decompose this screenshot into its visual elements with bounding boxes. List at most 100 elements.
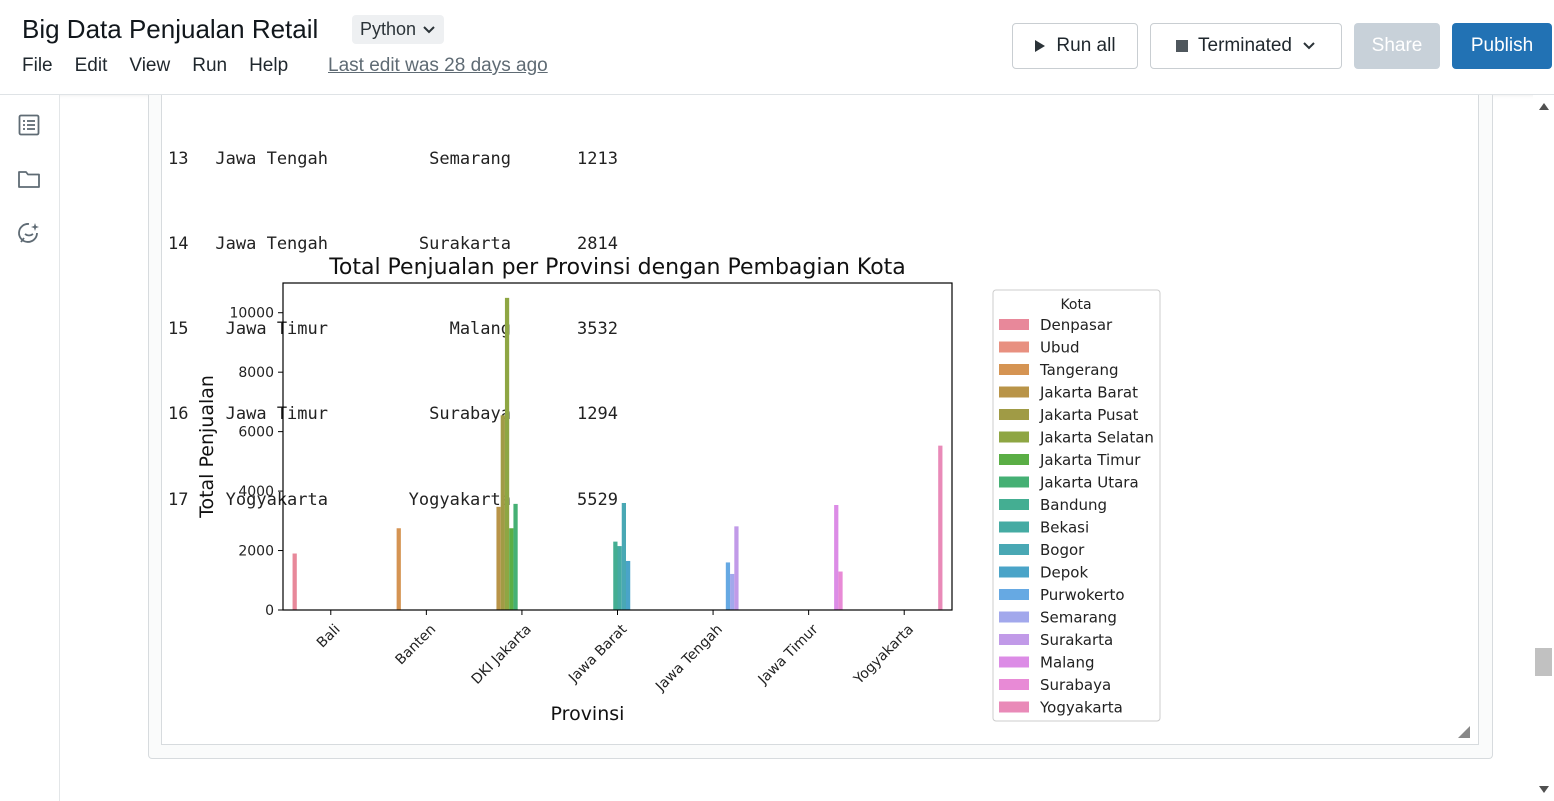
legend-swatch <box>999 544 1029 555</box>
legend-label: Surabaya <box>1040 676 1111 694</box>
legend-label: Denpasar <box>1040 316 1113 334</box>
menu-bar: File Edit View Run Help <box>22 55 310 77</box>
y-tick-label: 10000 <box>229 306 274 322</box>
x-axis-label: Provinsi <box>551 703 625 725</box>
play-icon <box>1035 40 1046 52</box>
language-label: Python <box>360 19 417 39</box>
legend-swatch <box>999 656 1029 668</box>
bar <box>504 297 510 610</box>
bar <box>613 541 618 610</box>
notebook-title[interactable]: Big Data Penjualan Retail <box>22 14 318 45</box>
last-edit-link[interactable]: Last edit was 28 days ago <box>328 55 548 77</box>
legend-swatch <box>999 701 1029 713</box>
bar <box>396 528 401 610</box>
bar <box>509 528 514 610</box>
run-all-button[interactable]: Run all <box>1012 23 1138 69</box>
legend-label: Yogyakarta <box>1039 699 1123 717</box>
share-button[interactable]: Share <box>1354 23 1440 69</box>
legend-swatch <box>999 386 1029 398</box>
folder-icon[interactable] <box>17 167 41 191</box>
legend-swatch <box>999 521 1029 533</box>
bar <box>938 445 943 610</box>
legend-label: Jakarta Pusat <box>1039 406 1139 424</box>
compute-status-label: Terminated <box>1198 35 1292 56</box>
run-all-label: Run all <box>1056 35 1116 56</box>
bar <box>838 571 843 610</box>
legend-title: Kota <box>1060 297 1091 313</box>
row-index: 13 <box>168 148 189 169</box>
notebook-header: Big Data Penjualan Retail Python File Ed… <box>0 0 1554 95</box>
bar <box>496 506 501 610</box>
publish-button[interactable]: Publish <box>1452 23 1552 69</box>
assistant-icon[interactable] <box>17 221 41 245</box>
legend-swatch <box>999 364 1029 375</box>
table-of-contents-icon[interactable] <box>17 113 41 137</box>
y-tick-label: 8000 <box>238 365 274 381</box>
legend-swatch <box>999 476 1029 488</box>
menu-help[interactable]: Help <box>249 55 288 77</box>
legend-swatch <box>999 566 1029 578</box>
legend-swatch <box>999 341 1029 353</box>
legend-label: Surakarta <box>1040 631 1113 649</box>
legend-label: Jakarta Utara <box>1039 474 1139 492</box>
cell-kota: Semarang <box>429 148 511 169</box>
legend-swatch <box>999 611 1029 623</box>
x-tick-label: DKI Jakarta <box>469 622 535 688</box>
legend-label: Semarang <box>1040 609 1117 627</box>
legend-swatch <box>999 454 1029 465</box>
y-tick-label: 6000 <box>238 425 274 441</box>
cell-total: 1213 <box>577 148 618 169</box>
x-tick-label: Jawa Barat <box>565 621 631 687</box>
cell-provinsi: Jawa Tengah <box>215 148 328 169</box>
bar-chart: 0 2000 4000 6000 8000 10000 Bali Banten DKI Jaka… <box>196 255 1161 725</box>
bar <box>625 560 631 610</box>
x-tick-label: Jawa Tengah <box>652 622 726 696</box>
chevron-down-icon <box>1303 42 1315 50</box>
scroll-down-icon[interactable] <box>1539 786 1549 793</box>
bar <box>734 526 739 610</box>
y-tick-label: 2000 <box>238 544 274 560</box>
bar <box>834 505 839 610</box>
bar <box>292 553 297 610</box>
left-rail <box>0 95 60 801</box>
legend-label: Malang <box>1040 654 1095 672</box>
legend-label: Jakarta Selatan <box>1039 429 1154 447</box>
legend-swatch <box>999 634 1029 645</box>
scroll-thumb[interactable] <box>1535 648 1552 676</box>
bar <box>617 546 622 610</box>
legend-label: Bogor <box>1040 541 1085 559</box>
legend-label: Tangerang <box>1039 361 1119 379</box>
menu-view[interactable]: View <box>129 55 170 77</box>
menu-edit[interactable]: Edit <box>75 55 108 77</box>
language-selector[interactable]: Python <box>352 15 445 44</box>
chart-title: Total Penjualan per Provinsi dengan Pemb… <box>328 255 906 280</box>
x-tick-label: Jawa Timur <box>755 621 822 688</box>
legend-swatch <box>999 679 1029 690</box>
x-tick-label: Banten <box>392 622 439 669</box>
legend-label: Purwokerto <box>1040 586 1125 604</box>
legend-swatch <box>999 319 1029 330</box>
bar <box>513 503 518 610</box>
legend-label: Bandung <box>1040 496 1107 514</box>
scroll-up-icon[interactable] <box>1539 103 1549 110</box>
bar <box>725 562 731 610</box>
legend-label: Jakarta Barat <box>1039 384 1138 402</box>
y-axis-label: Total Penjualan <box>196 375 218 519</box>
y-tick-label: 4000 <box>238 484 274 500</box>
bar <box>730 573 735 610</box>
legend-swatch <box>999 499 1029 510</box>
bar <box>500 415 505 610</box>
menu-run[interactable]: Run <box>192 55 227 77</box>
bar <box>621 502 626 610</box>
legend-label: Depok <box>1040 564 1088 582</box>
x-tick-label: Bali <box>314 622 344 652</box>
menu-file[interactable]: File <box>22 55 53 77</box>
legend-swatch <box>999 409 1029 420</box>
resize-handle-icon[interactable] <box>1458 726 1470 738</box>
compute-status-button[interactable]: Terminated <box>1150 23 1342 69</box>
legend-label: Bekasi <box>1040 519 1089 537</box>
stop-icon <box>1176 40 1188 52</box>
table-row: 13 Jawa Tengah Semarang 1213 <box>168 145 618 173</box>
vertical-scrollbar[interactable] <box>1533 95 1554 801</box>
legend-swatch <box>999 589 1029 600</box>
